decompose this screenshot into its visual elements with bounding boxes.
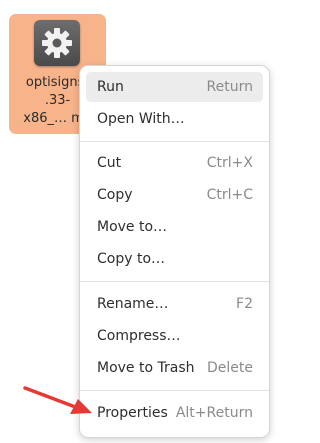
gear-icon	[34, 20, 80, 66]
menu-item-label: Move to…	[97, 219, 168, 235]
menu-item-copy-to[interactable]: Copy to…	[86, 244, 263, 274]
menu-item-move-to[interactable]: Move to…	[86, 212, 263, 242]
menu-item-label: Run	[97, 79, 124, 95]
menu-item-label: Properties	[97, 405, 168, 421]
menu-item-open-with[interactable]: Open With…	[86, 104, 263, 134]
menu-item-shortcut: Delete	[207, 360, 253, 376]
menu-item-compress[interactable]: Compress…	[86, 321, 263, 351]
menu-separator	[80, 390, 269, 391]
menu-item-label: Compress…	[97, 328, 181, 344]
menu-item-label: Cut	[97, 155, 122, 171]
red-arrow-icon	[23, 386, 92, 414]
menu-item-label: Copy to…	[97, 251, 166, 267]
menu-item-shortcut: Alt+Return	[175, 405, 253, 421]
menu-item-cut[interactable]: Cut Ctrl+X	[86, 148, 263, 178]
menu-separator	[80, 281, 269, 282]
menu-item-label: Open With…	[97, 111, 185, 127]
menu-item-shortcut: F2	[236, 296, 253, 312]
menu-separator	[80, 141, 269, 142]
context-menu: Run Return Open With… Cut Ctrl+X Copy Ct…	[79, 65, 270, 438]
menu-item-run[interactable]: Run Return	[86, 72, 263, 102]
menu-item-move-to-trash[interactable]: Move to Trash Delete	[86, 353, 263, 383]
menu-item-shortcut: Ctrl+C	[206, 187, 253, 203]
menu-item-shortcut: Ctrl+X	[206, 155, 253, 171]
menu-item-label: Rename…	[97, 296, 169, 312]
menu-item-shortcut: Return	[206, 79, 253, 95]
menu-item-copy[interactable]: Copy Ctrl+C	[86, 180, 263, 210]
menu-item-properties[interactable]: Properties Alt+Return	[86, 398, 263, 428]
menu-item-label: Move to Trash	[97, 360, 195, 376]
menu-item-rename[interactable]: Rename… F2	[86, 289, 263, 319]
menu-item-label: Copy	[97, 187, 133, 203]
